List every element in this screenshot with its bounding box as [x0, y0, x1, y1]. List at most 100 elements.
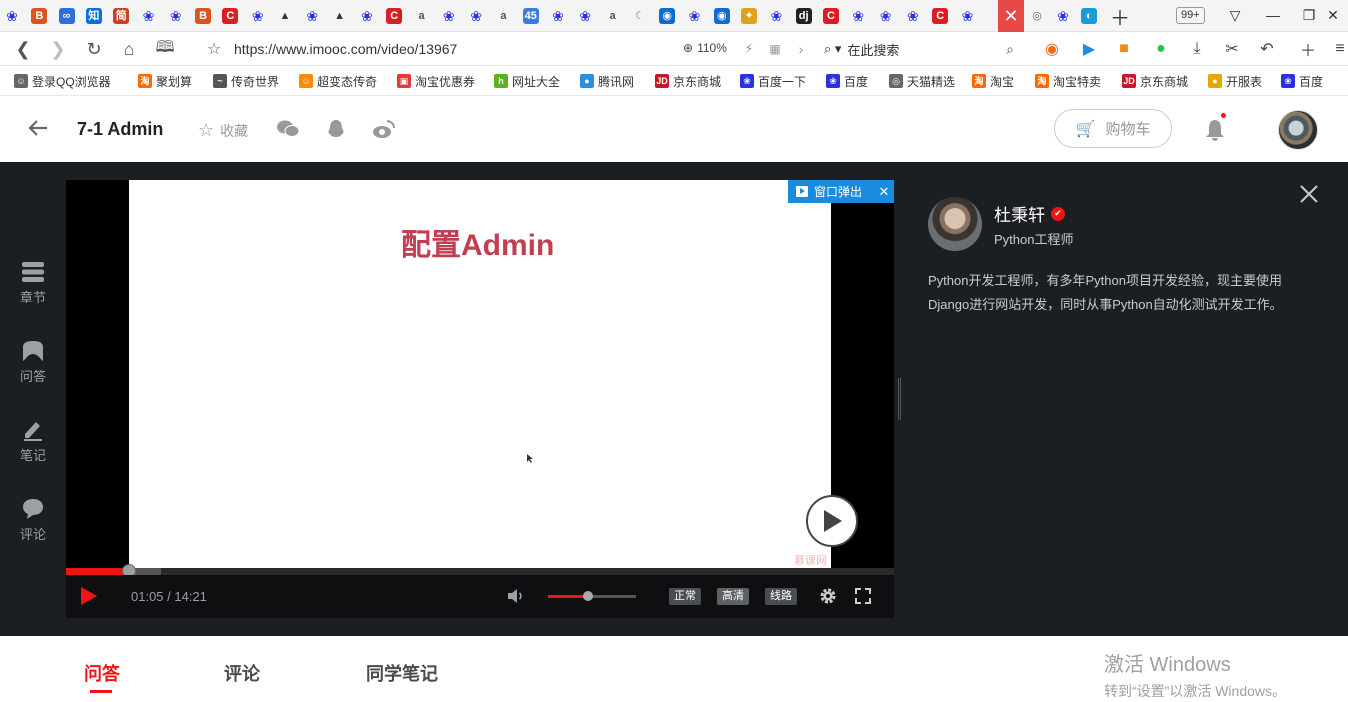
browser-tab[interactable]: ❀: [356, 5, 378, 27]
browser-tab[interactable]: ❀: [465, 5, 487, 27]
back-icon[interactable]: ❮: [12, 38, 34, 60]
home-icon[interactable]: ⌂: [118, 38, 140, 60]
browser-tab[interactable]: a: [492, 5, 514, 27]
tab-comments[interactable]: 评论: [224, 660, 260, 686]
weibo-share-icon[interactable]: [372, 118, 396, 140]
bookmark-item[interactable]: ❀ 百度: [1281, 73, 1323, 89]
browser-tab[interactable]: ❀: [684, 5, 706, 27]
zoom-indicator[interactable]: ⊕ 110%: [683, 41, 727, 55]
bookmark-item[interactable]: 淘淘宝: [972, 73, 1014, 89]
teacher-name[interactable]: 杜秉轩: [994, 201, 1045, 226]
volume-slider[interactable]: [548, 591, 636, 601]
game-icon[interactable]: ◉: [1041, 38, 1063, 60]
browser-tab[interactable]: ◉: [656, 5, 678, 27]
tab-qa[interactable]: 问答: [84, 660, 120, 686]
camera-icon[interactable]: ■: [1113, 38, 1135, 60]
video-player[interactable]: 配置Admin 慕课网 窗口弹出 ✕ 01:05 / 14:21 正常 高清 线…: [66, 180, 894, 618]
scissors-icon[interactable]: ✂: [1221, 38, 1243, 60]
shirt-skin-icon[interactable]: ▽: [1220, 4, 1250, 26]
browser-tab[interactable]: ▲: [274, 5, 296, 27]
quality-hd-button[interactable]: 高清: [717, 588, 749, 605]
browser-tab[interactable]: ❀: [574, 5, 596, 27]
search-box[interactable]: ⌕ ▾ 在此搜索: [824, 38, 1022, 60]
reload-icon[interactable]: ↻: [83, 38, 105, 60]
browser-tab[interactable]: ❀: [1052, 5, 1074, 27]
browser-tab[interactable]: ▲: [329, 5, 351, 27]
bookmark-item[interactable]: 淘聚划算: [138, 73, 192, 89]
bookmark-star-icon[interactable]: ☆: [203, 38, 225, 60]
qq-share-icon[interactable]: [324, 118, 348, 140]
active-tab-close-icon[interactable]: ✕: [998, 0, 1024, 32]
browser-tab[interactable]: ❀: [957, 5, 979, 27]
browser-tab[interactable]: a: [602, 5, 624, 27]
sidenav-item-chapters[interactable]: 章节: [0, 260, 66, 306]
undo-icon[interactable]: ↶: [1256, 38, 1278, 60]
search-icon[interactable]: ⌕: [999, 38, 1021, 60]
chevron-right-icon[interactable]: ›: [790, 38, 812, 60]
bookmark-item[interactable]: ☺ 超变态传奇: [299, 73, 377, 89]
bookmark-item[interactable]: ❀ 百度: [826, 73, 868, 89]
search-engine-icon[interactable]: ⌕ ▾: [824, 41, 841, 57]
browser-tab[interactable]: ◐: [1078, 5, 1100, 27]
browser-tab[interactable]: ❀: [902, 5, 924, 27]
bookmark-item[interactable]: ❀ 百度一下: [740, 73, 806, 89]
gear-icon[interactable]: [818, 586, 838, 606]
search-input[interactable]: 在此搜索: [847, 40, 899, 59]
quality-normal-button[interactable]: 正常: [669, 588, 701, 605]
browser-tab[interactable]: 知: [83, 5, 105, 27]
volume-icon[interactable]: [506, 586, 526, 606]
browser-tab[interactable]: a: [411, 5, 433, 27]
browser-tab[interactable]: ☾: [629, 5, 651, 27]
browser-tab[interactable]: ❀: [547, 5, 569, 27]
bookmark-item[interactable]: 淘淘宝特卖: [1035, 73, 1101, 89]
bookmark-item[interactable]: JD 京东商城: [655, 73, 721, 89]
wechat-icon[interactable]: ●: [1150, 38, 1172, 60]
browser-tab[interactable]: ❀: [438, 5, 460, 27]
favorite-button[interactable]: ☆ 收藏: [198, 120, 248, 141]
bookmark-item[interactable]: h 网址大全: [494, 73, 560, 89]
route-button[interactable]: 线路: [765, 588, 797, 605]
tab-classmate-notes[interactable]: 同学笔记: [366, 660, 438, 686]
popout-window-button[interactable]: 窗口弹出 ✕: [788, 180, 894, 203]
new-tab-icon[interactable]: ＋: [1297, 38, 1319, 60]
browser-tab[interactable]: C: [820, 5, 842, 27]
teacher-avatar[interactable]: [928, 197, 982, 251]
play-icon[interactable]: [80, 586, 98, 606]
bell-icon[interactable]: [1204, 118, 1226, 142]
panel-resize-handle[interactable]: [898, 378, 901, 420]
bookmark-item[interactable]: ~ 传奇世界: [213, 73, 279, 89]
menu-icon[interactable]: ≡: [1329, 38, 1348, 60]
download-icon[interactable]: ⤓: [1186, 38, 1208, 60]
sidenav-item-comments[interactable]: 评论: [0, 497, 66, 543]
forward-icon[interactable]: ❯: [47, 38, 69, 60]
bookmark-item[interactable]: ▣ 淘宝优惠券: [397, 73, 475, 89]
new-tab-plus-icon[interactable]: ＋: [1110, 5, 1130, 30]
browser-tab[interactable]: ❀: [138, 5, 160, 27]
bookmark-item[interactable]: ● 腾讯网: [580, 73, 634, 89]
user-avatar[interactable]: [1278, 110, 1318, 150]
browser-tab[interactable]: ✦: [738, 5, 760, 27]
bookmark-item[interactable]: ◎ 天猫精选: [889, 73, 955, 89]
cart-button[interactable]: 🛒 购物车: [1054, 109, 1172, 148]
browser-tab[interactable]: C: [929, 5, 951, 27]
reader-mode-icon[interactable]: 🕮: [154, 38, 176, 60]
arrow-left-icon[interactable]: [26, 116, 50, 140]
big-play-button[interactable]: [806, 495, 858, 547]
close-icon[interactable]: [1298, 183, 1320, 205]
sidenav-item-notes[interactable]: 笔记: [0, 418, 66, 464]
fullscreen-icon[interactable]: [853, 586, 873, 606]
browser-tab[interactable]: B: [192, 5, 214, 27]
video-frame[interactable]: 配置Admin 慕课网: [129, 180, 831, 568]
tab-count-badge[interactable]: 99+: [1176, 7, 1205, 24]
browser-tab[interactable]: ❀: [765, 5, 787, 27]
qrcode-icon[interactable]: ▦: [764, 38, 786, 60]
browser-tab[interactable]: ◉: [711, 5, 733, 27]
browser-tab[interactable]: ❀: [165, 5, 187, 27]
bookmark-item[interactable]: ☺ 登录QQ浏览器: [14, 73, 111, 89]
browser-tab[interactable]: ❀: [247, 5, 269, 27]
browser-tab[interactable]: ∞: [56, 5, 78, 27]
progress-bar[interactable]: [66, 564, 894, 578]
browser-tab[interactable]: B: [28, 5, 50, 27]
video-icon[interactable]: ▶: [1078, 38, 1100, 60]
bookmark-item[interactable]: JD 京东商城: [1122, 73, 1188, 89]
